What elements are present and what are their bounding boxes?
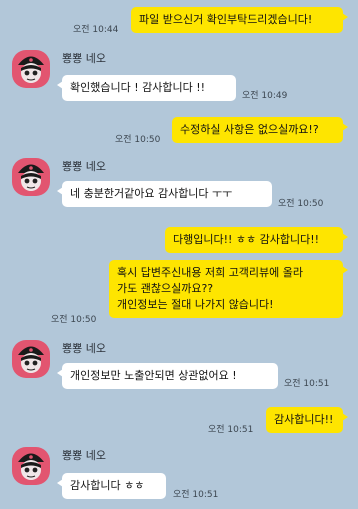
message-time: 오전 10:51: [173, 490, 219, 500]
neo-character-icon: [18, 56, 44, 83]
their-message-bubble[interactable]: 확인했습니다 ! 감사합니다 !!: [57, 75, 236, 101]
my-message-bubble[interactable]: 파일 받으신거 확인부탁드리겠습니다!: [131, 7, 348, 33]
sender-name: 뿅뿅 네오: [62, 449, 106, 462]
message-time: 오전 10:50: [51, 315, 97, 325]
their-message-bubble[interactable]: 감사합니다 ㅎㅎ: [57, 473, 166, 499]
neo-character-icon: [18, 346, 44, 373]
message-time: 오전 10:49: [242, 91, 288, 101]
sender-name: 뿅뿅 네오: [62, 52, 106, 65]
their-message-bubble[interactable]: 개인정보만 노출안되면 상관없어요 !: [57, 363, 278, 389]
message-time: 오전 10:51: [284, 379, 330, 389]
message-time: 오전 10:50: [115, 135, 161, 145]
my-message-bubble[interactable]: 혹시 답변주신내용 저희 고객리뷰에 올라 가도 괜찮으실까요?? 개인정보는 …: [109, 260, 348, 318]
avatar[interactable]: [12, 447, 50, 485]
chat-area: 오전 10:44 파일 받으신거 확인부탁드리겠습니다! 뿅뿅 네오 확인했습니…: [0, 0, 358, 509]
avatar[interactable]: [12, 158, 50, 196]
sender-name: 뿅뿅 네오: [62, 342, 106, 355]
neo-character-icon: [18, 453, 44, 480]
message-time: 오전 10:51: [208, 425, 254, 435]
sender-name: 뿅뿅 네오: [62, 160, 106, 173]
message-line: 가도 괜찮으실까요??: [117, 282, 214, 295]
my-message-bubble[interactable]: 수정하실 사항은 없으실까요!?: [172, 117, 348, 143]
message-line: 개인정보는 절대 나가지 않습니다!: [117, 298, 274, 311]
message-time: 오전 10:50: [278, 199, 324, 209]
their-message-bubble[interactable]: 네 충분한거같아요 감사합니다 ㅜㅜ: [57, 181, 272, 207]
neo-character-icon: [18, 164, 44, 191]
avatar[interactable]: [12, 50, 50, 88]
avatar[interactable]: [12, 340, 50, 378]
my-message-bubble[interactable]: 다행입니다!! ㅎㅎ 감사합니다!!: [165, 227, 348, 253]
message-time: 오전 10:44: [73, 25, 119, 35]
my-message-bubble[interactable]: 감사합니다!!: [266, 407, 348, 433]
message-line: 혹시 답변주신내용 저희 고객리뷰에 올라: [117, 266, 304, 279]
